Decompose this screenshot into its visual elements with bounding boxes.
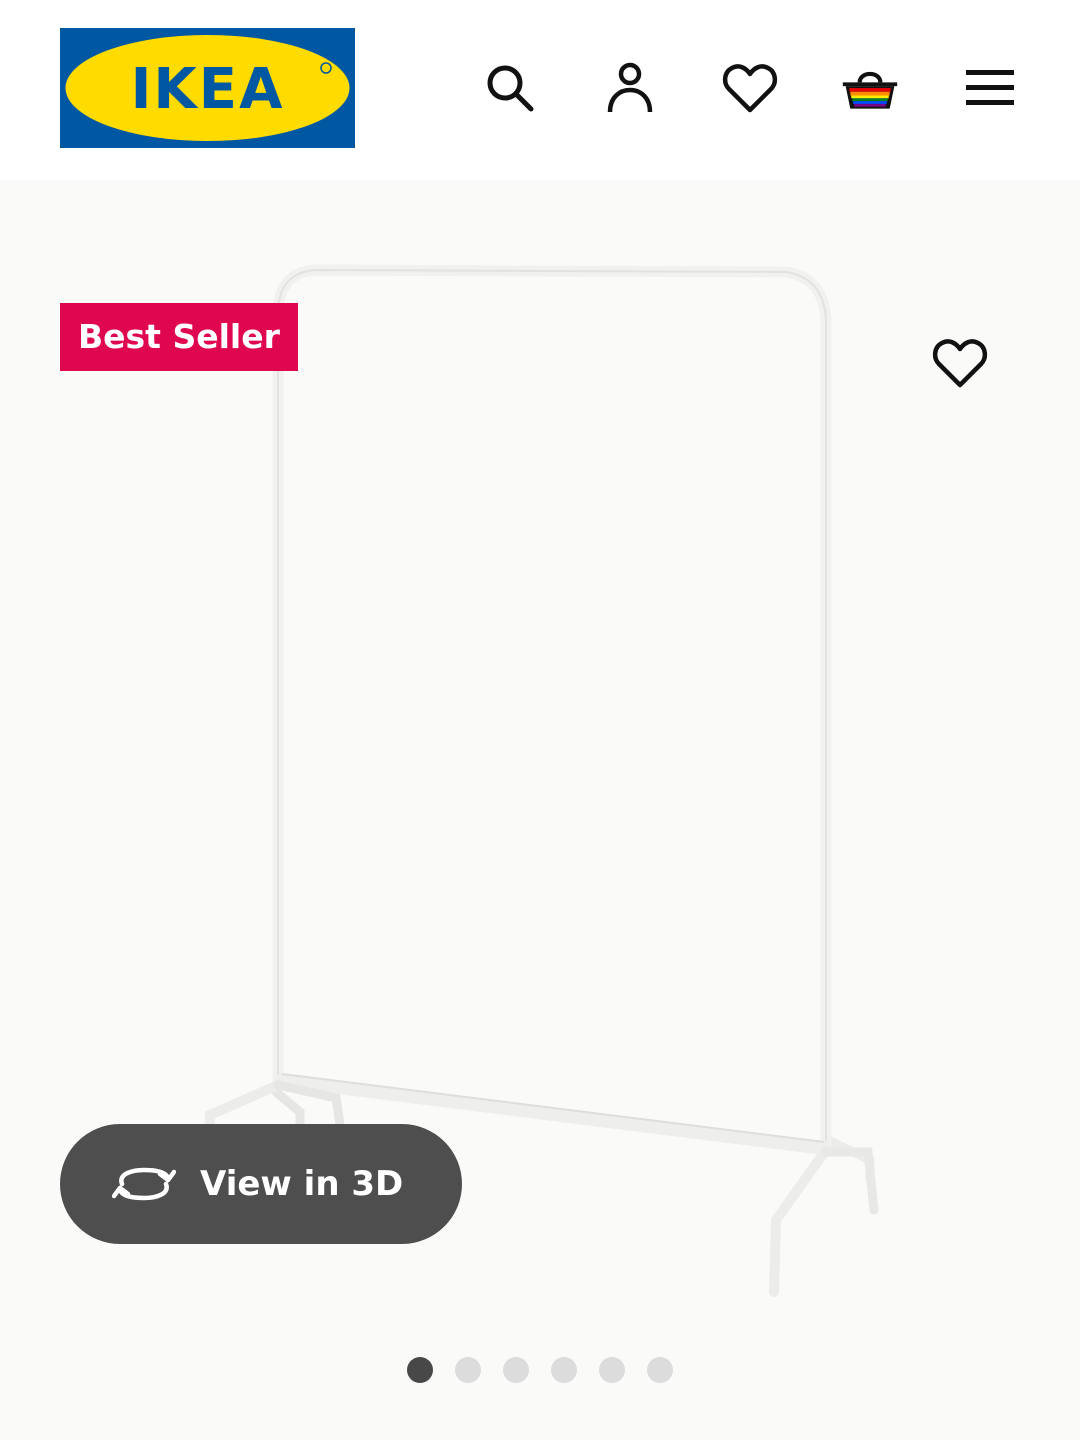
view-in-3d-button[interactable]: View in 3D	[60, 1124, 462, 1244]
view-in-3d-label: View in 3D	[200, 1164, 404, 1204]
product-page: IKEA Best Seller View in 3D	[0, 0, 1080, 1440]
ikea-logo-graphic: IKEA	[60, 28, 355, 148]
pagination-dot[interactable]	[455, 1357, 481, 1383]
rotate-3d-icon	[112, 1162, 176, 1206]
product-gallery[interactable]: Best Seller View in 3D	[0, 180, 1080, 1440]
heart-icon	[932, 339, 988, 388]
ikea-logo-text: IKEA	[131, 57, 285, 122]
pagination-dot[interactable]	[503, 1357, 529, 1383]
search-icon[interactable]	[480, 58, 540, 118]
pagination-dot[interactable]	[551, 1357, 577, 1383]
pagination-dot[interactable]	[647, 1357, 673, 1383]
pagination-dot[interactable]	[599, 1357, 625, 1383]
image-pagination	[0, 1357, 1080, 1383]
heart-icon[interactable]	[720, 58, 780, 118]
pagination-dot[interactable]	[407, 1357, 433, 1383]
site-header: IKEA	[0, 0, 1080, 180]
ikea-logo[interactable]: IKEA	[60, 28, 355, 148]
best-seller-badge: Best Seller	[60, 303, 298, 371]
add-to-favorites-button[interactable]	[925, 328, 995, 398]
basket-icon[interactable]	[840, 58, 900, 118]
hamburger-menu-icon[interactable]	[960, 58, 1020, 118]
account-icon[interactable]	[600, 58, 660, 118]
